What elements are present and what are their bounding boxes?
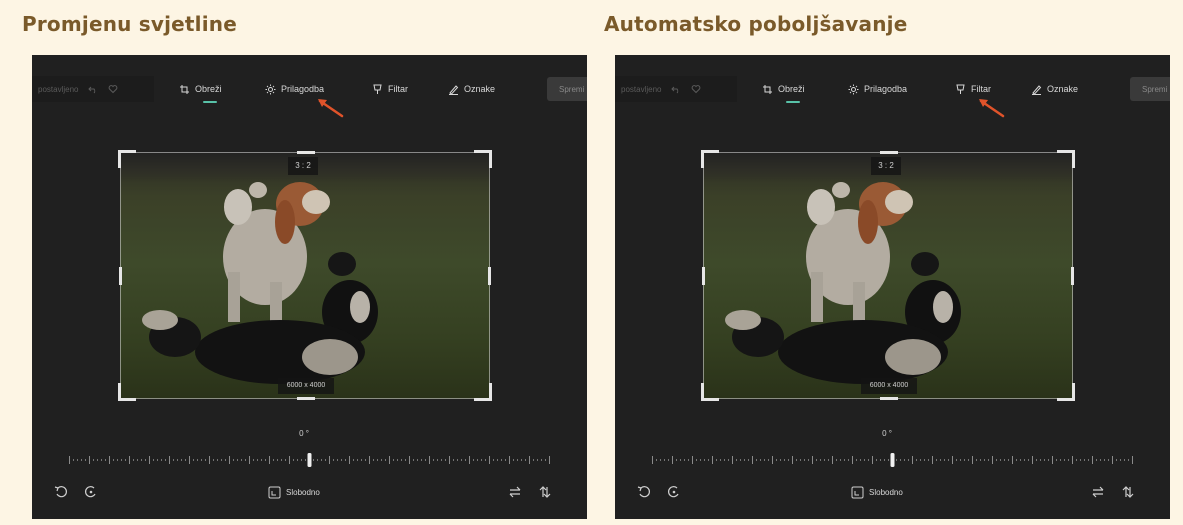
tab-markup[interactable]: Oznake <box>1031 81 1078 97</box>
tab-filter[interactable]: Filtar <box>372 81 408 97</box>
crop-icon <box>763 84 772 94</box>
panel-title: Automatsko poboljšavanje <box>604 12 908 36</box>
tab-filter-label: Filtar <box>388 84 408 94</box>
editor-toolbar: postavljeno Obreži Prilagodba Filtar Ozn… <box>615 55 1170 121</box>
rotation-angle: 0 ° <box>882 429 892 438</box>
image-size-badge: 6000 x 4000 <box>861 378 917 394</box>
rotation-slider[interactable] <box>645 451 1140 469</box>
free-aspect-button[interactable]: Slobodno <box>268 482 320 502</box>
crop-handle-right[interactable] <box>488 267 491 285</box>
crop-handle-left[interactable] <box>702 267 705 285</box>
tab-crop[interactable]: Obreži <box>179 81 222 97</box>
rotation-slider[interactable] <box>62 451 557 469</box>
crop-handle-right[interactable] <box>1071 267 1074 285</box>
annotation-arrow <box>318 99 344 118</box>
tab-markup-label: Oznake <box>1047 84 1079 94</box>
flip-horizontal-icon[interactable] <box>508 485 522 499</box>
brightness-icon <box>848 84 859 94</box>
crop-handle-bottom-right[interactable] <box>1057 383 1075 401</box>
flip-vertical-icon[interactable] <box>1121 485 1135 499</box>
markup-icon <box>449 84 459 95</box>
brightness-icon <box>265 84 276 94</box>
tab-filter-label: Filtar <box>971 84 991 94</box>
editor-toolbar: postavljeno Obreži Prilagodba Filtar Ozn… <box>32 55 587 121</box>
history-group: postavljeno <box>615 76 737 102</box>
crop-handle-bottom-left[interactable] <box>701 383 719 401</box>
rotate-left-icon[interactable] <box>637 485 651 499</box>
tab-adjust-label: Prilagodba <box>281 84 325 94</box>
crop-handle-left[interactable] <box>119 267 122 285</box>
aspect-ratio-icon <box>268 486 281 498</box>
crop-handle-bottom-left[interactable] <box>118 383 136 401</box>
crop-icon <box>180 84 189 94</box>
tab-adjust-label: Prilagodba <box>864 84 908 94</box>
crop-handle-top-left[interactable] <box>701 150 719 168</box>
aspect-ratio-badge[interactable]: 3 : 2 <box>871 157 901 175</box>
crop-handle-bottom-right[interactable] <box>474 383 492 401</box>
flip-horizontal-icon[interactable] <box>1091 485 1105 499</box>
image-size-badge: 6000 x 4000 <box>278 378 334 394</box>
free-aspect-button[interactable]: Slobodno <box>851 482 903 502</box>
aspect-ratio-icon <box>851 486 864 498</box>
tab-adjust[interactable]: Prilagodba <box>848 81 907 97</box>
aspect-ratio-badge[interactable]: 3 : 2 <box>288 157 318 175</box>
crop-frame[interactable]: 3 : 2 6000 x 4000 <box>118 150 492 401</box>
crop-handle-top-right[interactable] <box>1057 150 1075 168</box>
rotate-right-icon[interactable] <box>667 485 681 499</box>
history-label: postavljeno <box>38 84 79 94</box>
heart-icon[interactable] <box>108 84 118 94</box>
free-aspect-label: Slobodno <box>286 487 320 497</box>
panel-title: Promjenu svjetline <box>22 12 237 36</box>
filter-icon <box>373 84 382 94</box>
photo-editor-screen: postavljeno Obreži Prilagodba Filtar Ozn… <box>615 55 1170 519</box>
flip-vertical-icon[interactable] <box>538 485 552 499</box>
crop-handle-top[interactable] <box>297 151 315 154</box>
tab-crop[interactable]: Obreži <box>762 81 805 97</box>
tab-active-indicator <box>786 101 800 103</box>
rotate-right-icon[interactable] <box>84 485 98 499</box>
crop-handle-bottom[interactable] <box>297 397 315 400</box>
crop-handle-top-right[interactable] <box>474 150 492 168</box>
crop-handle-bottom[interactable] <box>880 397 898 400</box>
tab-markup-label: Oznake <box>464 84 496 94</box>
rotation-angle: 0 ° <box>299 429 309 438</box>
history-group: postavljeno <box>32 76 154 102</box>
tab-markup[interactable]: Oznake <box>448 81 495 97</box>
undo-icon[interactable] <box>671 84 681 94</box>
annotation-arrow <box>979 99 1005 118</box>
heart-icon[interactable] <box>691 84 701 94</box>
rotation-slider-thumb[interactable] <box>307 453 312 467</box>
save-button[interactable]: Spremi <box>547 77 587 101</box>
history-label: postavljeno <box>621 84 662 94</box>
crop-frame[interactable]: 3 : 2 6000 x 4000 <box>701 150 1075 401</box>
free-aspect-label: Slobodno <box>869 487 903 497</box>
photo-editor-screen: postavljeno Obreži Prilagodba Filtar Ozn… <box>32 55 587 519</box>
save-button[interactable]: Spremi <box>1130 77 1170 101</box>
markup-icon <box>1032 84 1042 95</box>
tab-crop-label: Obreži <box>778 84 805 94</box>
crop-handle-top[interactable] <box>880 151 898 154</box>
crop-handle-top-left[interactable] <box>118 150 136 168</box>
undo-icon[interactable] <box>88 84 98 94</box>
tab-crop-label: Obreži <box>195 84 222 94</box>
tab-active-indicator <box>203 101 217 103</box>
rotate-left-icon[interactable] <box>54 485 68 499</box>
rotation-slider-thumb[interactable] <box>890 453 895 467</box>
filter-icon <box>956 84 965 94</box>
